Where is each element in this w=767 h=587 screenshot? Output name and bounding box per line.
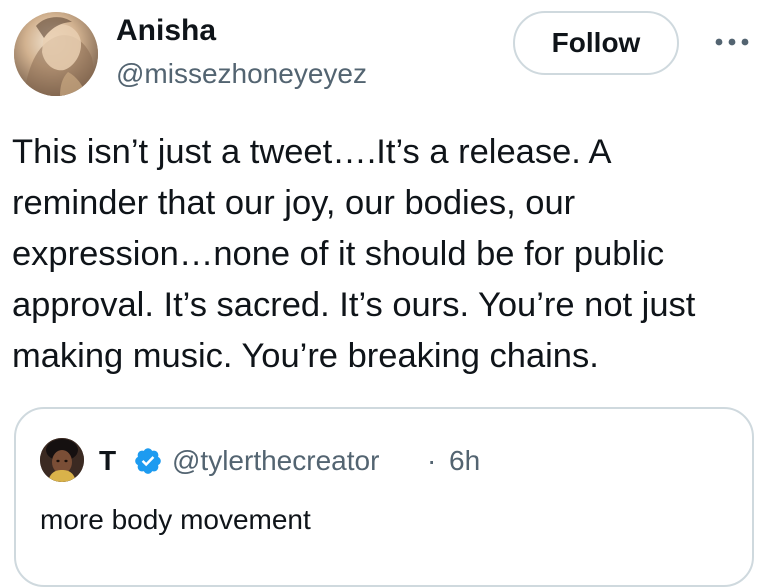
quoted-tweet-text: more body movement	[40, 504, 311, 535]
quoted-tweet-card[interactable]: T @tylerthecreator · 6h more body moveme…	[14, 407, 754, 587]
author-avatar[interactable]	[14, 12, 98, 96]
author-avatar-image	[14, 12, 98, 96]
quoted-author-avatar[interactable]	[40, 438, 84, 482]
tweet-text-line: making music. You’re breaking chains.	[12, 337, 599, 375]
tweet-text: This isn’t just a tweet….It’s a release.…	[12, 127, 757, 382]
author-name[interactable]: Anisha	[116, 13, 216, 49]
quoted-author-handle[interactable]: @tylerthecreator	[172, 445, 379, 477]
meta-separator: ·	[427, 445, 437, 476]
author-handle[interactable]: @missezhoneyeyez	[116, 57, 367, 91]
follow-button[interactable]: Follow	[513, 11, 679, 75]
more-horizontal-icon[interactable]	[712, 30, 752, 54]
quoted-author-avatar-image	[40, 438, 84, 482]
tweet-text-line: expression…none of it should be for publ…	[12, 235, 665, 273]
quoted-author-name[interactable]: T	[99, 445, 116, 477]
verified-badge-icon	[133, 446, 163, 476]
tweet-text-line: approval. It’s sacred. It’s ours. You’re…	[12, 286, 696, 324]
tweet-text-line: This isn’t just a tweet….It’s a release.…	[12, 133, 612, 171]
quoted-timestamp[interactable]: 6h	[449, 445, 480, 477]
tweet: Anisha @missezhoneyeyez Follow This isn’…	[0, 0, 767, 587]
tweet-text-line: reminder that our joy, our bodies, our	[12, 184, 576, 222]
